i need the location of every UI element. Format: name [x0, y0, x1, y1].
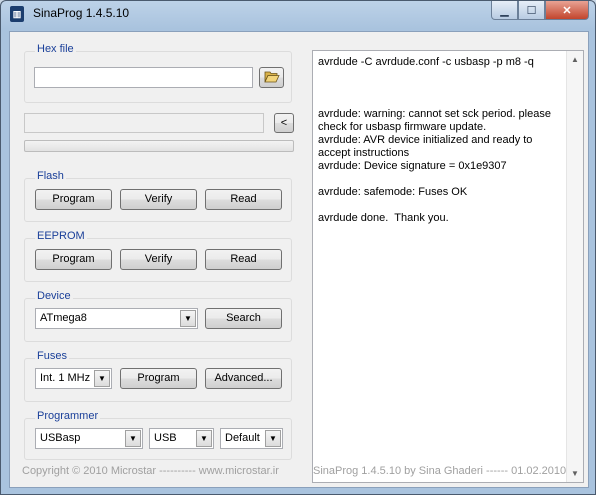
maximize-icon: ☐ — [526, 4, 537, 17]
log-text: avrdude -C avrdude.conf -c usbasp -p m8 … — [318, 56, 551, 224]
browse-hex-button[interactable] — [259, 67, 284, 88]
hex-file-group: Hex file — [24, 43, 292, 103]
eeprom-group: EEPROM Program Verify Read — [24, 230, 292, 282]
flash-group: Flash Program Verify Read — [24, 170, 292, 222]
device-select[interactable]: ATmega8 ▼ — [35, 308, 198, 329]
scroll-down-icon[interactable]: ▼ — [567, 465, 583, 482]
port-select-value: USB — [154, 432, 177, 444]
flash-verify-button[interactable]: Verify — [120, 189, 197, 210]
chevron-down-icon[interactable]: ▼ — [125, 430, 141, 447]
device-select-value: ATmega8 — [40, 312, 87, 324]
programmer-group: Programmer USBasp ▼ USB ▼ Default ▼ — [24, 410, 292, 460]
main-panel: Hex file < Flash Program Verify Read EEP… — [9, 31, 589, 488]
open-folder-icon — [263, 71, 280, 83]
programmer-select[interactable]: USBasp ▼ — [35, 428, 143, 449]
eeprom-verify-button[interactable]: Verify — [120, 249, 197, 270]
chip-icon[interactable]: ▥ — [10, 6, 24, 22]
eeprom-program-button[interactable]: Program — [35, 249, 112, 270]
title-bar[interactable]: ▥ SinaProg 1.4.5.10 ▁ ☐ ✕ — [1, 1, 595, 27]
sinaprog-window: ▥ SinaProg 1.4.5.10 ▁ ☐ ✕ Hex file < Fla… — [0, 0, 596, 495]
back-button[interactable]: < — [274, 113, 294, 133]
flash-program-button[interactable]: Program — [35, 189, 112, 210]
hex-file-path-input[interactable] — [34, 67, 253, 88]
hex-file-label: Hex file — [35, 43, 76, 55]
progress-bar — [24, 140, 294, 152]
fuses-select-value: Int. 1 MHz — [40, 372, 91, 384]
minimize-icon: ▁ — [500, 4, 509, 17]
chevron-down-icon[interactable]: ▼ — [180, 310, 196, 327]
device-search-button[interactable]: Search — [205, 308, 282, 329]
eeprom-label: EEPROM — [35, 230, 87, 242]
flash-read-button[interactable]: Read — [205, 189, 282, 210]
output-log[interactable]: avrdude -C avrdude.conf -c usbasp -p m8 … — [312, 50, 584, 483]
caption-buttons: ▁ ☐ ✕ — [491, 1, 589, 21]
maximize-button[interactable]: ☐ — [518, 1, 545, 20]
log-scrollbar[interactable]: ▲ ▼ — [566, 51, 583, 482]
close-icon: ✕ — [562, 4, 572, 17]
fuses-advanced-button[interactable]: Advanced... — [205, 368, 282, 389]
port-select[interactable]: USB ▼ — [149, 428, 214, 449]
status-field — [24, 113, 264, 133]
chevron-down-icon[interactable]: ▼ — [265, 430, 281, 447]
eeprom-read-button[interactable]: Read — [205, 249, 282, 270]
scroll-up-icon[interactable]: ▲ — [567, 51, 583, 68]
programmer-select-value: USBasp — [40, 432, 81, 444]
speed-select-value: Default — [225, 432, 260, 444]
minimize-button[interactable]: ▁ — [491, 1, 518, 20]
device-group: Device ATmega8 ▼ Search — [24, 290, 292, 342]
close-button[interactable]: ✕ — [545, 1, 589, 20]
window-title: SinaProg 1.4.5.10 — [33, 6, 130, 20]
chevron-down-icon[interactable]: ▼ — [94, 370, 110, 387]
fuses-select[interactable]: Int. 1 MHz ▼ — [35, 368, 112, 389]
fuses-group: Fuses Int. 1 MHz ▼ Program Advanced... — [24, 350, 292, 402]
programmer-label: Programmer — [35, 410, 101, 422]
device-label: Device — [35, 290, 73, 302]
chevron-down-icon[interactable]: ▼ — [196, 430, 212, 447]
footer-version: SinaProg 1.4.5.10 by Sina Ghaderi ------… — [313, 465, 567, 477]
footer-copyright: Copyright © 2010 Microstar ---------- ww… — [22, 465, 279, 477]
speed-select[interactable]: Default ▼ — [220, 428, 283, 449]
fuses-label: Fuses — [35, 350, 69, 362]
fuses-program-button[interactable]: Program — [120, 368, 197, 389]
flash-label: Flash — [35, 170, 66, 182]
